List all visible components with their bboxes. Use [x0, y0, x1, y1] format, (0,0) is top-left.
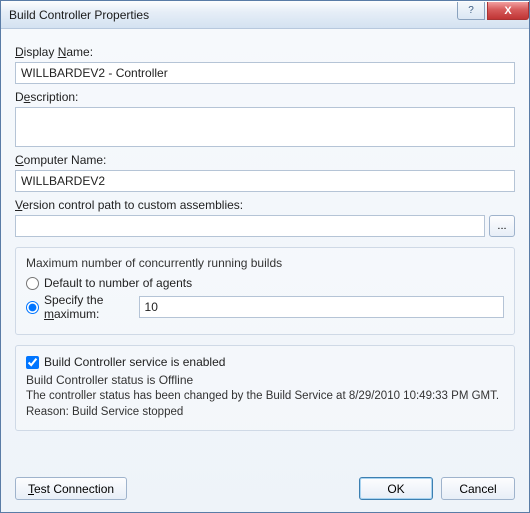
vc-path-label: Version control path to custom assemblie… — [15, 198, 515, 212]
status-detail: The controller status has been changed b… — [26, 389, 504, 420]
radio-specify-max[interactable] — [26, 301, 39, 314]
max-builds-group-title: Maximum number of concurrently running b… — [26, 256, 504, 270]
browse-button[interactable]: ... — [489, 215, 515, 237]
max-builds-group: Maximum number of concurrently running b… — [15, 247, 515, 335]
dialog-footer: Test Connection OK Cancel — [15, 467, 515, 500]
computer-name-label: Computer Name: — [15, 153, 515, 167]
status-line2: Reason: Build Service stopped — [26, 406, 183, 418]
test-connection-button[interactable]: Test Connection — [15, 477, 127, 500]
description-label: Description: — [15, 90, 515, 104]
display-name-label: Display Name: — [15, 45, 515, 59]
vc-path-input[interactable] — [15, 215, 485, 237]
status-header: Build Controller status is Offline — [26, 373, 504, 387]
description-input[interactable] — [15, 107, 515, 147]
max-value-input[interactable] — [139, 296, 504, 318]
title-bar[interactable]: Build Controller Properties ? X — [1, 1, 529, 29]
service-enabled-checkbox[interactable] — [26, 356, 39, 369]
status-line1: The controller status has been changed b… — [26, 390, 499, 402]
radio-default-label: Default to number of agents — [44, 276, 192, 290]
dialog-window: Build Controller Properties ? X Display … — [0, 0, 530, 513]
service-enabled-label: Build Controller service is enabled — [44, 355, 225, 369]
window-title: Build Controller Properties — [9, 8, 457, 22]
radio-specify-label: Specify the maximum: — [44, 293, 134, 321]
cancel-button[interactable]: Cancel — [441, 477, 515, 500]
close-button[interactable]: X — [487, 2, 529, 20]
help-button[interactable]: ? — [457, 2, 485, 20]
titlebar-buttons: ? X — [457, 1, 529, 28]
close-icon: X — [504, 5, 511, 17]
client-area: Display Name: Description: Computer Name… — [1, 29, 529, 512]
status-group: Build Controller service is enabled Buil… — [15, 345, 515, 431]
display-name-input[interactable] — [15, 62, 515, 84]
radio-default-agents[interactable] — [26, 277, 39, 290]
computer-name-input[interactable] — [15, 170, 515, 192]
ok-button[interactable]: OK — [359, 477, 433, 500]
help-icon: ? — [468, 5, 474, 16]
